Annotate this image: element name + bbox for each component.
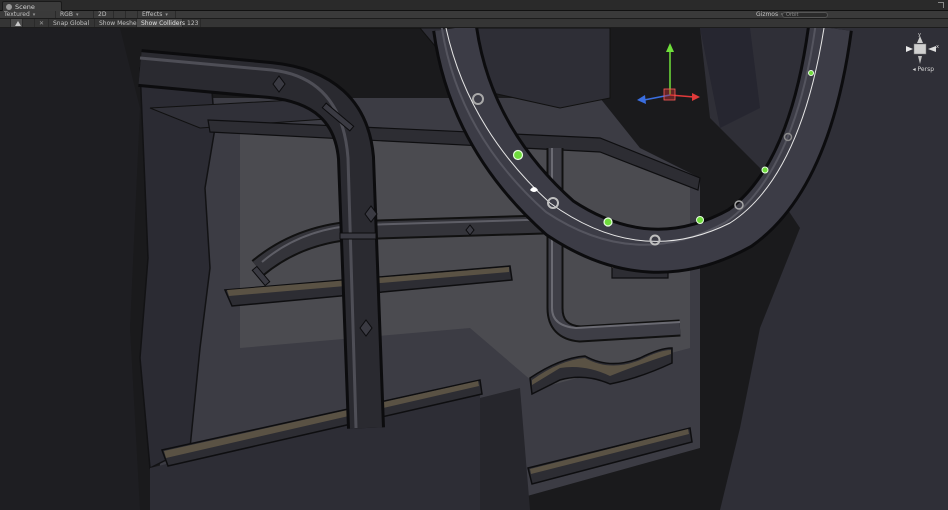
- tool-vertex-button[interactable]: [23, 19, 35, 27]
- show-meshes-button[interactable]: Show Meshes: [95, 19, 140, 27]
- tool-move-button[interactable]: [0, 19, 11, 27]
- draw-mode-label: Textured: [4, 11, 30, 18]
- snap-global-button[interactable]: Snap Global: [49, 19, 95, 27]
- gizmos-label: Gizmos: [756, 11, 779, 18]
- spline-node: [512, 149, 524, 161]
- gizmo-x-cone: [928, 46, 936, 52]
- tab-scene-label: Scene: [15, 2, 35, 11]
- toggle-2d-button[interactable]: 2D: [94, 11, 114, 18]
- render-mode-dropdown[interactable]: RGB ▾: [56, 11, 94, 18]
- tool-mesh-button[interactable]: [11, 19, 23, 27]
- lighting-toggle[interactable]: [114, 11, 126, 18]
- spline-node: [603, 217, 613, 227]
- plane-handle: [663, 88, 676, 101]
- editor-toolbar: ✕ Snap Global Show Meshes Show Colliders…: [0, 19, 948, 28]
- tool-close-button[interactable]: ✕: [35, 19, 49, 27]
- chevron-down-icon: ▾: [75, 11, 79, 18]
- scene-render[interactable]: [0, 28, 948, 510]
- scene-search-input[interactable]: Orbit: [782, 12, 828, 18]
- chevron-down-icon: ▾: [32, 11, 36, 18]
- gizmo-cube: [913, 43, 927, 55]
- scene-toolbar: Textured ▾ RGB ▾ 2D Effects ▾ Gizmos ▾ O…: [0, 11, 948, 19]
- scene-icon: [6, 3, 12, 10]
- show-colliders-label: Show Colliders: [141, 19, 186, 27]
- search-placeholder: Orbit: [786, 12, 799, 18]
- snap-global-label: Snap Global: [53, 19, 90, 27]
- chevron-down-icon: ▾: [165, 11, 168, 18]
- spline-node: [808, 70, 814, 76]
- show-colliders-button[interactable]: Show Colliders: [137, 19, 186, 27]
- render-mode-label: RGB: [60, 11, 73, 18]
- effects-label: Effects: [142, 11, 163, 18]
- audio-toggle[interactable]: [126, 11, 138, 18]
- close-icon: ✕: [39, 19, 45, 27]
- panel-menu-icon[interactable]: [938, 2, 944, 8]
- svg-text:y: y: [918, 32, 921, 38]
- show-meshes-label: Show Meshes: [99, 19, 140, 27]
- window-tab-bar: Scene: [0, 0, 948, 11]
- projection-label[interactable]: ◂ Persp: [913, 66, 934, 73]
- scene-viewport[interactable]: y x ◂ Persp: [0, 28, 948, 510]
- layer-count-label: 123: [187, 19, 199, 27]
- effects-dropdown[interactable]: Effects ▾: [138, 11, 176, 18]
- svg-text:x: x: [936, 44, 939, 50]
- mesh-icon: [15, 20, 21, 26]
- gizmo-z-cone: [918, 56, 922, 64]
- layer-count-button[interactable]: 123: [183, 19, 201, 27]
- gizmos-dropdown[interactable]: Gizmos ▾: [752, 11, 784, 18]
- gizmo-neg-x-cone: [906, 46, 913, 52]
- spline-node: [761, 166, 769, 174]
- draw-mode-dropdown[interactable]: Textured ▾: [0, 11, 56, 18]
- toggle-2d-label: 2D: [98, 11, 107, 18]
- tab-scene[interactable]: Scene: [2, 1, 62, 11]
- spline-node: [696, 216, 704, 224]
- left-wall: [0, 28, 140, 510]
